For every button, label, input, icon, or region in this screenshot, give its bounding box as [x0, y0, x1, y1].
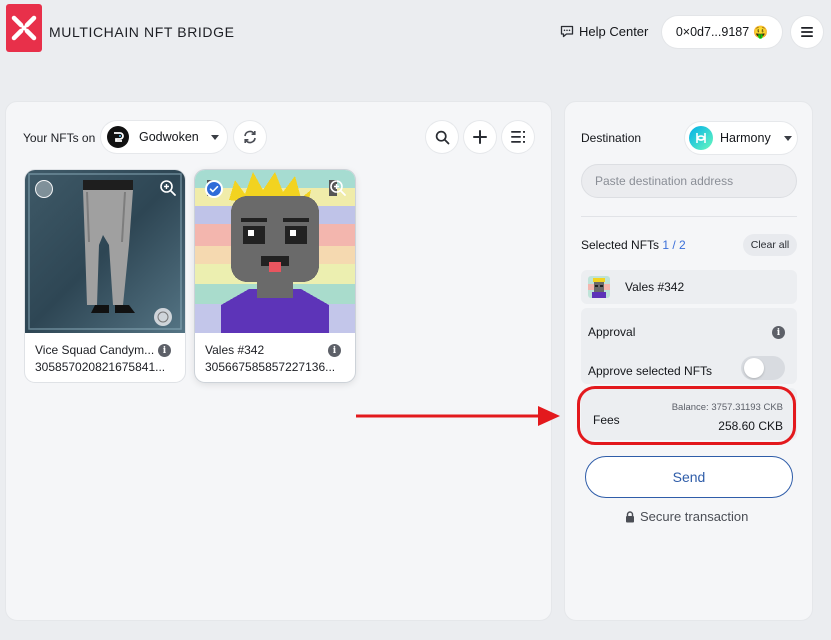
search-button[interactable] — [426, 121, 458, 153]
selected-nft-item[interactable]: Vales #342 — [581, 270, 797, 304]
list-view-button[interactable] — [502, 121, 534, 153]
select-checkbox-checked[interactable] — [205, 180, 223, 198]
zoom-in-icon[interactable] — [329, 179, 347, 197]
search-icon — [435, 130, 449, 144]
transfer-panel: Destination Harmony Selected NFTs 1 / 2 … — [564, 101, 813, 621]
hamburger-icon — [801, 27, 813, 37]
nft-token-id: 305857020821675841... — [35, 360, 166, 374]
wallet-avatar-icon: 🤑 — [753, 25, 769, 39]
selected-nfts-label: Selected NFTs 1 / 2 — [581, 238, 686, 252]
refresh-button[interactable] — [234, 121, 266, 153]
refresh-icon — [244, 130, 256, 144]
nft-card-vice-squad[interactable]: Vice Squad Candym... i 30585702082167584… — [25, 170, 185, 382]
chevron-down-icon — [783, 135, 792, 141]
your-nfts-label: Your NFTs on — [23, 131, 96, 145]
selected-nft-name: Vales #342 — [625, 280, 685, 294]
nft-token-id: 305667585857227136... — [205, 360, 336, 374]
source-chain-select[interactable]: Godwoken — [101, 121, 227, 153]
hamburger-menu-button[interactable] — [791, 16, 823, 48]
godwoken-logo-icon — [107, 126, 129, 148]
approval-section: Approval i Approve selected NFTs — [581, 308, 797, 384]
approve-selected-label: Approve selected NFTs — [588, 364, 713, 378]
destination-chain-select[interactable]: Harmony — [685, 122, 797, 154]
divider — [581, 216, 797, 217]
secure-transaction-note: Secure transaction — [625, 509, 748, 524]
info-icon[interactable]: i — [328, 344, 341, 357]
source-chain-name: Godwoken — [139, 130, 199, 144]
approval-label: Approval — [588, 325, 636, 339]
red-arrow-annotation-icon — [356, 406, 560, 426]
clear-all-button[interactable]: Clear all — [743, 234, 797, 256]
nft-card-vales-342[interactable]: Vales #342 i 305667585857227136... — [195, 170, 355, 382]
destination-label: Destination — [581, 131, 642, 145]
destination-chain-name: Harmony — [720, 131, 771, 145]
chat-icon — [560, 25, 574, 38]
brand-title: MULTICHAIN NFT BRIDGE — [49, 24, 235, 40]
info-icon[interactable]: i — [772, 326, 785, 339]
selected-nfts-text: Selected NFTs — [581, 238, 660, 252]
harmony-logo-icon — [689, 126, 713, 150]
lock-icon — [626, 510, 634, 522]
plus-icon — [473, 130, 487, 144]
help-center-label: Help Center — [579, 24, 649, 39]
secure-transaction-label: Secure transaction — [640, 509, 749, 524]
nft-name: Vice Squad Candym... — [35, 343, 155, 357]
app-logo[interactable] — [6, 4, 42, 52]
selected-nfts-count: 1 / 2 — [662, 238, 686, 252]
wallet-address: 0×0d7...9187 — [675, 25, 750, 39]
send-button[interactable]: Send — [585, 456, 793, 498]
fees-highlight-annotation — [577, 386, 796, 445]
check-icon — [209, 185, 219, 193]
nft-list-panel: Your NFTs on Godwoken Vice Squad Candym.… — [5, 101, 552, 621]
selected-nft-thumbnail — [588, 276, 610, 298]
wallet-button[interactable]: 0×0d7...9187 🤑 — [662, 16, 782, 48]
chevron-down-icon — [210, 134, 219, 140]
add-nft-button[interactable] — [464, 121, 496, 153]
approve-toggle[interactable] — [741, 356, 785, 380]
list-icon — [511, 131, 525, 143]
zoom-in-icon[interactable] — [159, 179, 177, 197]
select-checkbox[interactable] — [35, 180, 53, 198]
toggle-knob — [744, 358, 764, 378]
info-icon[interactable]: i — [158, 344, 171, 357]
destination-address-input[interactable] — [581, 164, 797, 198]
x-logo-icon — [11, 15, 37, 41]
nft-name: Vales #342 — [205, 343, 265, 357]
help-center-link[interactable]: Help Center — [560, 24, 648, 39]
